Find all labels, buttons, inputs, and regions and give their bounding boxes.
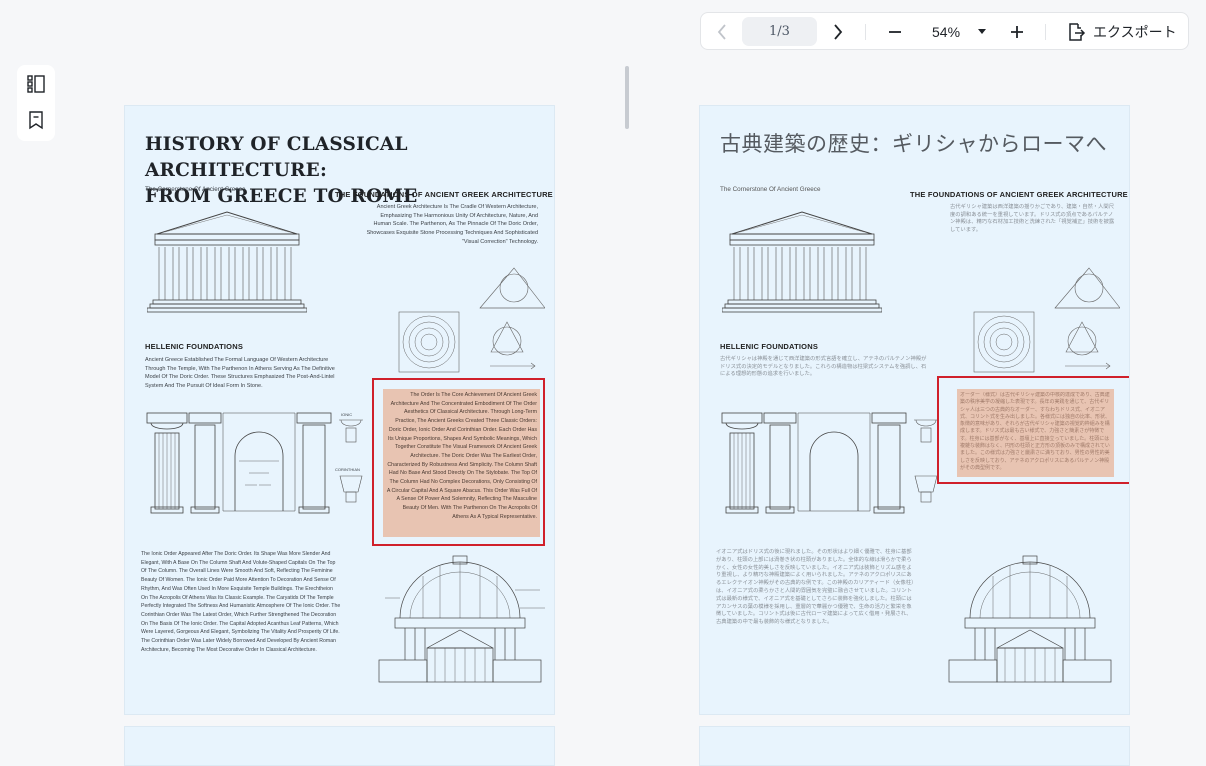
hellenic-heading: HELLENIC FOUNDATIONS <box>145 342 244 351</box>
thumbnails-button[interactable] <box>26 74 46 94</box>
foundations-heading-jp: THE FOUNDATIONS OF ANCIENT GREEK ARCHITE… <box>910 190 1128 199</box>
zoom-in-button[interactable] <box>1003 13 1031 51</box>
document-page-translated-next <box>699 726 1130 766</box>
scrollbar-thumb[interactable] <box>625 66 629 129</box>
selection-annotation-box[interactable] <box>372 378 545 546</box>
proportion-diagrams <box>973 267 1120 373</box>
ionic-text: The Ionic Order Appeared After The Doric… <box>141 551 341 653</box>
document-page-original-next <box>124 726 555 766</box>
toolbar-divider <box>1045 24 1046 40</box>
chevron-left-icon <box>717 24 726 40</box>
selection-annotation-box[interactable] <box>937 376 1129 484</box>
title-line-1: HISTORY OF CLASSICAL ARCHITECTURE: <box>145 134 408 181</box>
zoom-level: 54% <box>932 24 961 40</box>
foundations-heading: THE FOUNDATIONS OF ANCIENT GREEK ARCHITE… <box>335 190 553 199</box>
toolbar-divider <box>865 24 866 40</box>
document-page-translated: 古典建築の歴史：ギリシャからローマへ The Cornerstone Of An… <box>699 105 1130 715</box>
minus-icon <box>889 31 901 33</box>
foundations-text-jp: 古代ギリシャ建築は西洋建築の揺りかごであり、建築・自然・人間尺度の調和ある統一を… <box>950 204 1115 233</box>
foundations-text: Ancient Greek Architecture Is The Cradle… <box>366 204 538 245</box>
caret-down-icon <box>978 29 987 34</box>
next-page-button[interactable] <box>823 13 853 51</box>
export-button[interactable]: エクスポート <box>1066 13 1177 51</box>
zoom-select[interactable]: 54% <box>921 13 987 51</box>
capital-details <box>339 419 363 503</box>
hellenic-text: Ancient Greece Established The Formal La… <box>145 357 335 390</box>
proportion-diagrams <box>398 267 545 373</box>
hellenic-text-jp: 古代ギリシャは神殿を通じて西洋建築の形式言語を確立し、アテネのパルテノン神殿がド… <box>720 356 927 378</box>
bookmarks-button[interactable] <box>26 110 46 130</box>
dome-illustration <box>948 555 1112 683</box>
capital-details <box>914 419 938 503</box>
sidebar <box>17 65 55 141</box>
chevron-right-icon <box>834 24 843 40</box>
hellenic-heading-jp: HELLENIC FOUNDATIONS <box>720 342 819 351</box>
previous-page-button[interactable] <box>707 13 737 51</box>
bookmark-icon <box>29 111 43 130</box>
zoom-out-button[interactable] <box>881 13 909 51</box>
parthenon-illustration <box>722 211 882 313</box>
page-indicator[interactable]: 1/3 <box>742 17 817 46</box>
viewer-toolbar: 1/3 54% エクスポート <box>700 12 1189 50</box>
subtitle-jp: The Cornerstone Of Ancient Greece <box>720 186 821 193</box>
export-label: エクスポート <box>1093 24 1177 40</box>
ionic-text-jp: イオニア式はドリス式の後に現れました。その形状はより細く優雅で、柱身に基部があり… <box>716 549 914 626</box>
plus-icon <box>1011 26 1023 38</box>
page-title-jp: 古典建築の歴史：ギリシャからローマへ <box>720 133 1107 156</box>
parthenon-illustration <box>147 211 307 313</box>
subtitle: The Cornerstone Of Ancient Greece <box>145 186 246 193</box>
thumbnails-icon <box>27 75 45 93</box>
dome-illustration <box>378 555 545 683</box>
export-icon <box>1069 23 1086 41</box>
document-page-original: HISTORY OF CLASSICAL ARCHITECTURE: FROM … <box>124 105 555 715</box>
